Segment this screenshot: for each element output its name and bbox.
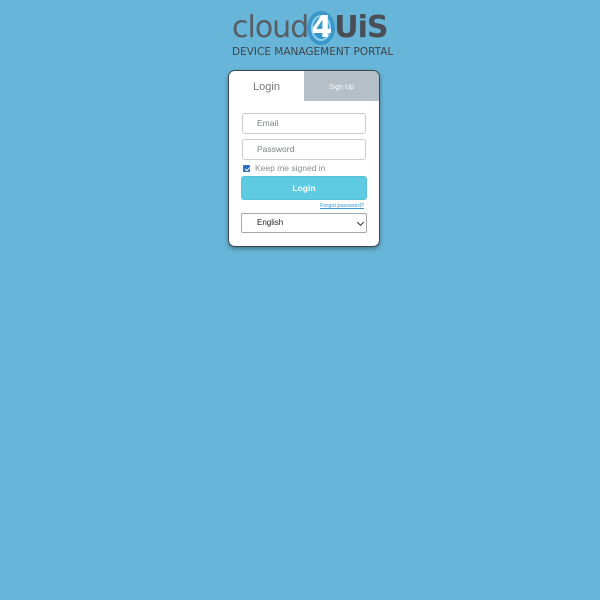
forgot-password-link[interactable]: Forgot password? [320, 203, 364, 209]
chevron-down-icon [356, 218, 365, 227]
logo-text-uis: UiS [334, 10, 388, 45]
email-field[interactable]: Email [242, 113, 366, 134]
keep-signed-in-label: Keep me signed in [255, 163, 326, 173]
keep-signed-in[interactable]: Keep me signed in [243, 163, 325, 173]
logo-text-four: 4 [307, 10, 336, 45]
logo-subtitle: DEVICE MANAGEMENT PORTAL [232, 46, 394, 58]
tab-signup[interactable]: Sign Up [304, 71, 379, 101]
tab-login[interactable]: Login [229, 71, 304, 101]
brand-logo: cloud 4 UiS DEVICE MANAGEMENT PORTAL [230, 8, 393, 60]
login-card: Login Sign Up Email Password Keep me sig… [228, 70, 380, 247]
language-select[interactable]: English [241, 213, 367, 233]
logo-text-cloud: cloud [232, 10, 309, 45]
login-button[interactable]: Login [241, 176, 367, 200]
language-select-value: English [257, 218, 284, 227]
auth-tabs: Login Sign Up [229, 71, 379, 101]
keep-signed-in-checkbox[interactable] [243, 164, 250, 172]
password-field[interactable]: Password [242, 139, 366, 160]
logo-wordmark: cloud 4 UiS [232, 8, 389, 48]
